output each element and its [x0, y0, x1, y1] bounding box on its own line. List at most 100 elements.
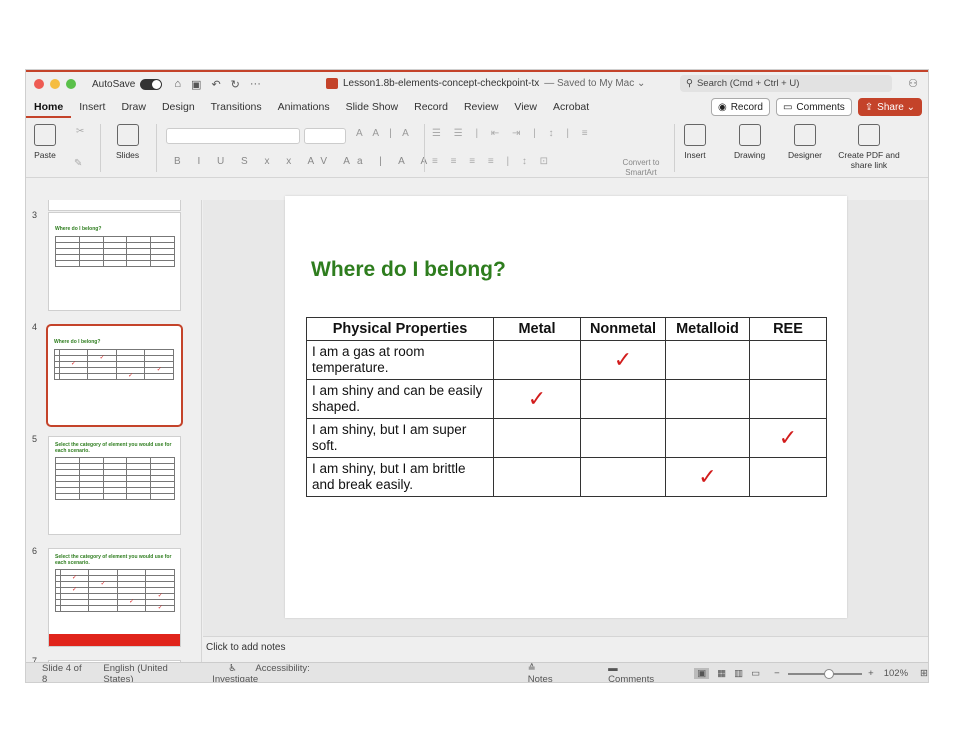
document-name: Lesson1.8b-elements-concept-checkpoint-t… [343, 78, 540, 89]
metalloid-cell[interactable] [665, 340, 750, 380]
slide-thumbnail-2[interactable] [48, 200, 181, 211]
autosave-control[interactable]: AutoSave [92, 78, 163, 90]
share-icon: ⇪ [864, 101, 874, 113]
tab-insert[interactable]: Insert [71, 96, 113, 118]
ree-cell[interactable] [749, 379, 827, 419]
zoom-window-button[interactable] [66, 79, 76, 89]
account-icon[interactable]: ⚇ [908, 77, 918, 90]
ree-cell[interactable] [749, 457, 827, 497]
smartart-label: Convert to SmartArt [622, 158, 660, 177]
tab-view[interactable]: View [506, 96, 545, 118]
tab-acrobat[interactable]: Acrobat [545, 96, 597, 118]
designer-button[interactable]: Designer [788, 124, 822, 160]
check-mark[interactable]: ✓ [493, 379, 581, 419]
comment-icon: ▬ [608, 662, 618, 674]
slide-title[interactable]: Where do I belong? [311, 258, 506, 282]
tab-slide-show[interactable]: Slide Show [338, 96, 407, 118]
comments-button[interactable]: ▭ Comments [775, 98, 852, 116]
check-mark[interactable]: ✓ [665, 457, 750, 497]
tab-review[interactable]: Review [456, 96, 506, 118]
slides-button[interactable]: Slides [116, 124, 139, 160]
font-family-select[interactable] [166, 128, 300, 144]
document-title[interactable]: Lesson1.8b-elements-concept-checkpoint-t… [326, 78, 645, 89]
language-indicator[interactable]: English (United States) [103, 663, 196, 683]
slide-thumbnail-6[interactable]: Select the category of element you would… [48, 548, 181, 647]
font-size-select[interactable] [304, 128, 346, 144]
reading-view-icon[interactable]: ▥ [734, 668, 743, 679]
nonmetal-cell[interactable] [580, 457, 666, 497]
zoom-slider[interactable] [787, 668, 863, 679]
comments-toggle[interactable]: ▬ Comments [592, 663, 678, 683]
nonmetal-cell[interactable] [580, 418, 666, 458]
search-input[interactable]: ⚲ Search (Cmd + Ctrl + U) [680, 75, 892, 92]
thumbnail-title: Select the category of element you would… [55, 442, 172, 454]
tab-animations[interactable]: Animations [270, 96, 338, 118]
check-mark[interactable]: ✓ [749, 418, 827, 458]
save-icon[interactable]: ▣ [191, 78, 201, 91]
metalloid-cell[interactable] [665, 418, 750, 458]
current-slide[interactable]: Where do I belong? Physical Properties M… [285, 196, 847, 618]
metalloid-cell[interactable] [665, 379, 750, 419]
slide-sorter-icon[interactable]: ▦ [717, 668, 726, 679]
slide-thumbnail-pane[interactable]: 3 Where do I belong? 4 Where do I belong… [26, 200, 202, 662]
close-window-button[interactable] [34, 79, 44, 89]
slideshow-icon[interactable]: ▭ [751, 668, 760, 679]
font-size-controls[interactable]: A A | A [356, 128, 413, 139]
drawing-button[interactable]: Drawing [734, 124, 765, 160]
cut-icon[interactable]: ✂ [76, 126, 84, 137]
redo-icon[interactable]: ↻ [231, 78, 240, 91]
list-controls[interactable]: ☰ ☰ | ⇤ ⇥ | ↕ | ≡ [432, 128, 593, 139]
thumbnail-table [55, 457, 175, 500]
home-icon[interactable]: ⌂ [174, 78, 181, 91]
notes-toggle[interactable]: ≙ Notes [512, 663, 576, 683]
property-cell[interactable]: I am shiny, but I am brittle and break e… [306, 457, 494, 497]
property-cell[interactable]: I am a gas at room temperature. [306, 340, 494, 380]
paste-button[interactable]: Paste [34, 124, 56, 160]
ree-cell[interactable] [749, 340, 827, 380]
metal-cell[interactable] [493, 340, 581, 380]
slide-thumbnail-3[interactable]: Where do I belong? [48, 212, 181, 311]
tab-record[interactable]: Record [406, 96, 456, 118]
convert-smartart-button[interactable]: Convert to SmartArt [616, 158, 666, 178]
metal-cell[interactable] [493, 418, 581, 458]
autosave-toggle[interactable] [140, 78, 163, 90]
tab-draw[interactable]: Draw [113, 96, 154, 118]
normal-view-icon[interactable]: ▣ [694, 668, 710, 679]
record-button[interactable]: ◉ Record [710, 98, 770, 116]
create-pdf-button[interactable]: Create PDF and share link [836, 124, 902, 170]
share-button[interactable]: ⇪ Share ⌄ [857, 98, 922, 116]
minimize-window-button[interactable] [50, 79, 60, 89]
zoom-in-icon[interactable]: + [868, 668, 874, 679]
alignment-controls[interactable]: ≡ ≡ ≡ ≡ | ↕ ⊡ [432, 156, 553, 167]
accessibility-indicator[interactable]: ♿ Accessibility: Investigate [212, 663, 352, 683]
tab-design[interactable]: Design [154, 96, 203, 118]
powerpoint-file-icon [326, 78, 338, 89]
zoom-slider-thumb[interactable] [823, 668, 834, 679]
table-row: I am shiny and can be easily shaped. ✓ [306, 379, 827, 419]
check-mark[interactable]: ✓ [580, 340, 666, 380]
slide-thumbnail-4[interactable]: Where do I belong? ✓ ✓ ✓ ✓ [46, 324, 183, 427]
format-painter-icon[interactable]: ✎ [74, 158, 82, 169]
notes-pane[interactable]: Click to add notes [203, 636, 928, 662]
accessibility-label: Accessibility: Investigate [212, 662, 310, 683]
slide-thumbnail-5[interactable]: Select the category of element you would… [48, 436, 181, 535]
tab-home[interactable]: Home [26, 96, 72, 118]
zoom-out-icon[interactable]: − [774, 668, 780, 679]
more-icon[interactable]: ··· [250, 78, 261, 91]
metal-cell[interactable] [493, 457, 581, 497]
thumbnail-title: Where do I belong? [54, 339, 101, 345]
search-icon: ⚲ [686, 78, 693, 89]
insert-button[interactable]: Insert [684, 124, 706, 160]
search-placeholder: Search (Cmd + Ctrl + U) [696, 78, 800, 89]
text-format-controls[interactable]: B I U S x x AV Aa | A A [174, 156, 434, 167]
property-cell[interactable]: I am shiny and can be easily shaped. [306, 379, 494, 419]
undo-icon[interactable]: ↶ [211, 78, 220, 91]
fit-slide-icon[interactable]: ⊞ [920, 668, 928, 679]
zoom-level[interactable]: 102% [884, 668, 908, 679]
thumbnail-title: Where do I belong? [55, 226, 102, 232]
tab-transitions[interactable]: Transitions [203, 96, 270, 118]
nonmetal-cell[interactable] [580, 379, 666, 419]
properties-table[interactable]: Physical Properties Metal Nonmetal Metal… [306, 317, 827, 497]
comments-button-label: Comments [796, 101, 845, 113]
property-cell[interactable]: I am shiny, but I am super soft. [306, 418, 494, 458]
